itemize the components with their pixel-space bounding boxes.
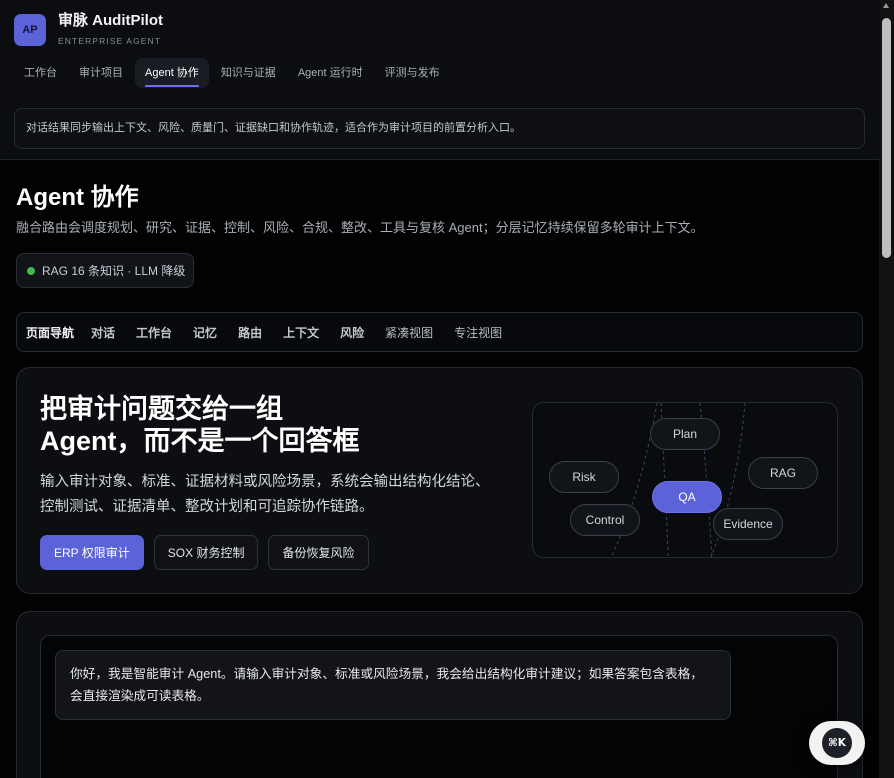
agent-node-plan: Plan xyxy=(650,418,720,450)
top-header: AP 审脉 AuditPilot ENTERPRISE AGENT 工作台 审计… xyxy=(0,0,879,160)
brand-logo-text: AP xyxy=(22,24,38,36)
page-nav-item-memory[interactable]: 记忆 xyxy=(193,324,217,341)
hero-title-line: 把审计问题交给一组 xyxy=(40,394,283,424)
agent-node-risk: Risk xyxy=(549,461,619,493)
hero-title: 把审计问题交给一组 Agent，而不是一个回答框 xyxy=(40,393,360,457)
agent-node-evidence: Evidence xyxy=(713,508,783,540)
vertical-scrollbar[interactable] xyxy=(879,0,894,778)
hero-card: 把审计问题交给一组 Agent，而不是一个回答框 输入审计对象、标准、证据材料或… xyxy=(16,367,863,594)
agent-node-qa: QA xyxy=(652,481,722,513)
sox-financial-control-button[interactable]: SOX 财务控制 xyxy=(153,535,259,570)
brand-logo[interactable]: AP xyxy=(14,14,46,46)
command-key-icon: ⌘K xyxy=(822,728,852,758)
page-subtitle: 融合路由会调度规划、研究、证据、控制、风险、合规、整改、工具与复核 Agent；… xyxy=(16,220,704,235)
status-badge: RAG 16 条知识 · LLM 降级 xyxy=(16,253,194,288)
status-badge-text: RAG 16 条知识 · LLM 降级 xyxy=(42,264,186,278)
page-nav-item-chat[interactable]: 对话 xyxy=(91,324,115,341)
scroll-up-arrow-icon[interactable] xyxy=(883,3,889,8)
erp-access-audit-button[interactable]: ERP 权限审计 xyxy=(40,535,144,570)
compact-view-toggle[interactable]: 紧凑视图 xyxy=(385,324,433,341)
brand-name: 审脉 AuditPilot xyxy=(58,12,163,29)
hero-description-line: 控制测试、证据清单、整改计划和可追踪协作链路。 xyxy=(40,499,374,515)
tab-evaluation-release[interactable]: 评测与发布 xyxy=(375,58,450,88)
page-nav-item-context[interactable]: 上下文 xyxy=(283,324,319,341)
chat-panel: 你好，我是智能审计 Agent。请输入审计对象、标准或风险场景，我会给出结构化审… xyxy=(16,611,863,778)
agent-node-rag: RAG xyxy=(748,457,818,489)
scrollbar-thumb[interactable] xyxy=(882,18,891,258)
brand-tagline: ENTERPRISE AGENT xyxy=(58,36,162,46)
focus-view-toggle[interactable]: 专注视图 xyxy=(454,324,502,341)
page-nav: 页面导航 对话 工作台 记忆 路由 上下文 风险 紧凑视图 专注视图 xyxy=(16,312,863,352)
page-nav-label: 页面导航 xyxy=(26,325,75,340)
page-title: Agent 协作 xyxy=(16,184,139,211)
tab-knowledge-evidence[interactable]: 知识与证据 xyxy=(211,58,286,88)
page-nav-item-routing[interactable]: 路由 xyxy=(238,324,262,341)
tab-agent-collaboration[interactable]: Agent 协作 xyxy=(135,58,209,88)
status-dot xyxy=(27,266,35,275)
tab-agent-runtime[interactable]: Agent 运行时 xyxy=(288,58,373,88)
app-window: AP 审脉 AuditPilot ENTERPRISE AGENT 工作台 审计… xyxy=(0,0,894,778)
tab-audit-projects[interactable]: 审计项目 xyxy=(69,58,133,88)
hero-description: 输入审计对象、标准、证据材料或风险场景，系统会输出结构化结论、 控制测试、证据清… xyxy=(40,470,490,520)
backup-recovery-risk-button[interactable]: 备份恢复风险 xyxy=(268,535,369,570)
info-banner-text: 对话结果同步输出上下文、风险、质量门、证据缺口和协作轨迹，适合作为审计项目的前置… xyxy=(26,122,521,134)
main-nav: 工作台 审计项目 Agent 协作 知识与证据 Agent 运行时 评测与发布 xyxy=(14,58,452,88)
hero-description-line: 输入审计对象、标准、证据材料或风险场景，系统会输出结构化结论、 xyxy=(40,474,490,490)
page-nav-item-risk[interactable]: 风险 xyxy=(340,324,364,341)
hero-title-line: Agent，而不是一个回答框 xyxy=(40,426,360,456)
agent-node-control: Control xyxy=(570,504,640,536)
agent-network-diagram: Plan Risk RAG QA Control Evidence xyxy=(532,402,838,558)
scenario-buttons: ERP 权限审计 SOX 财务控制 备份恢复风险 xyxy=(40,535,369,570)
tab-workbench[interactable]: 工作台 xyxy=(14,58,67,88)
info-banner: 对话结果同步输出上下文、风险、质量门、证据缺口和协作轨迹，适合作为审计项目的前置… xyxy=(14,108,865,149)
assistant-message: 你好，我是智能审计 Agent。请输入审计对象、标准或风险场景，我会给出结构化审… xyxy=(55,650,731,720)
page-nav-item-workbench[interactable]: 工作台 xyxy=(136,324,172,341)
command-palette-button[interactable]: ⌘K xyxy=(809,721,865,765)
chat-message-list[interactable]: 你好，我是智能审计 Agent。请输入审计对象、标准或风险场景，我会给出结构化审… xyxy=(40,635,838,778)
